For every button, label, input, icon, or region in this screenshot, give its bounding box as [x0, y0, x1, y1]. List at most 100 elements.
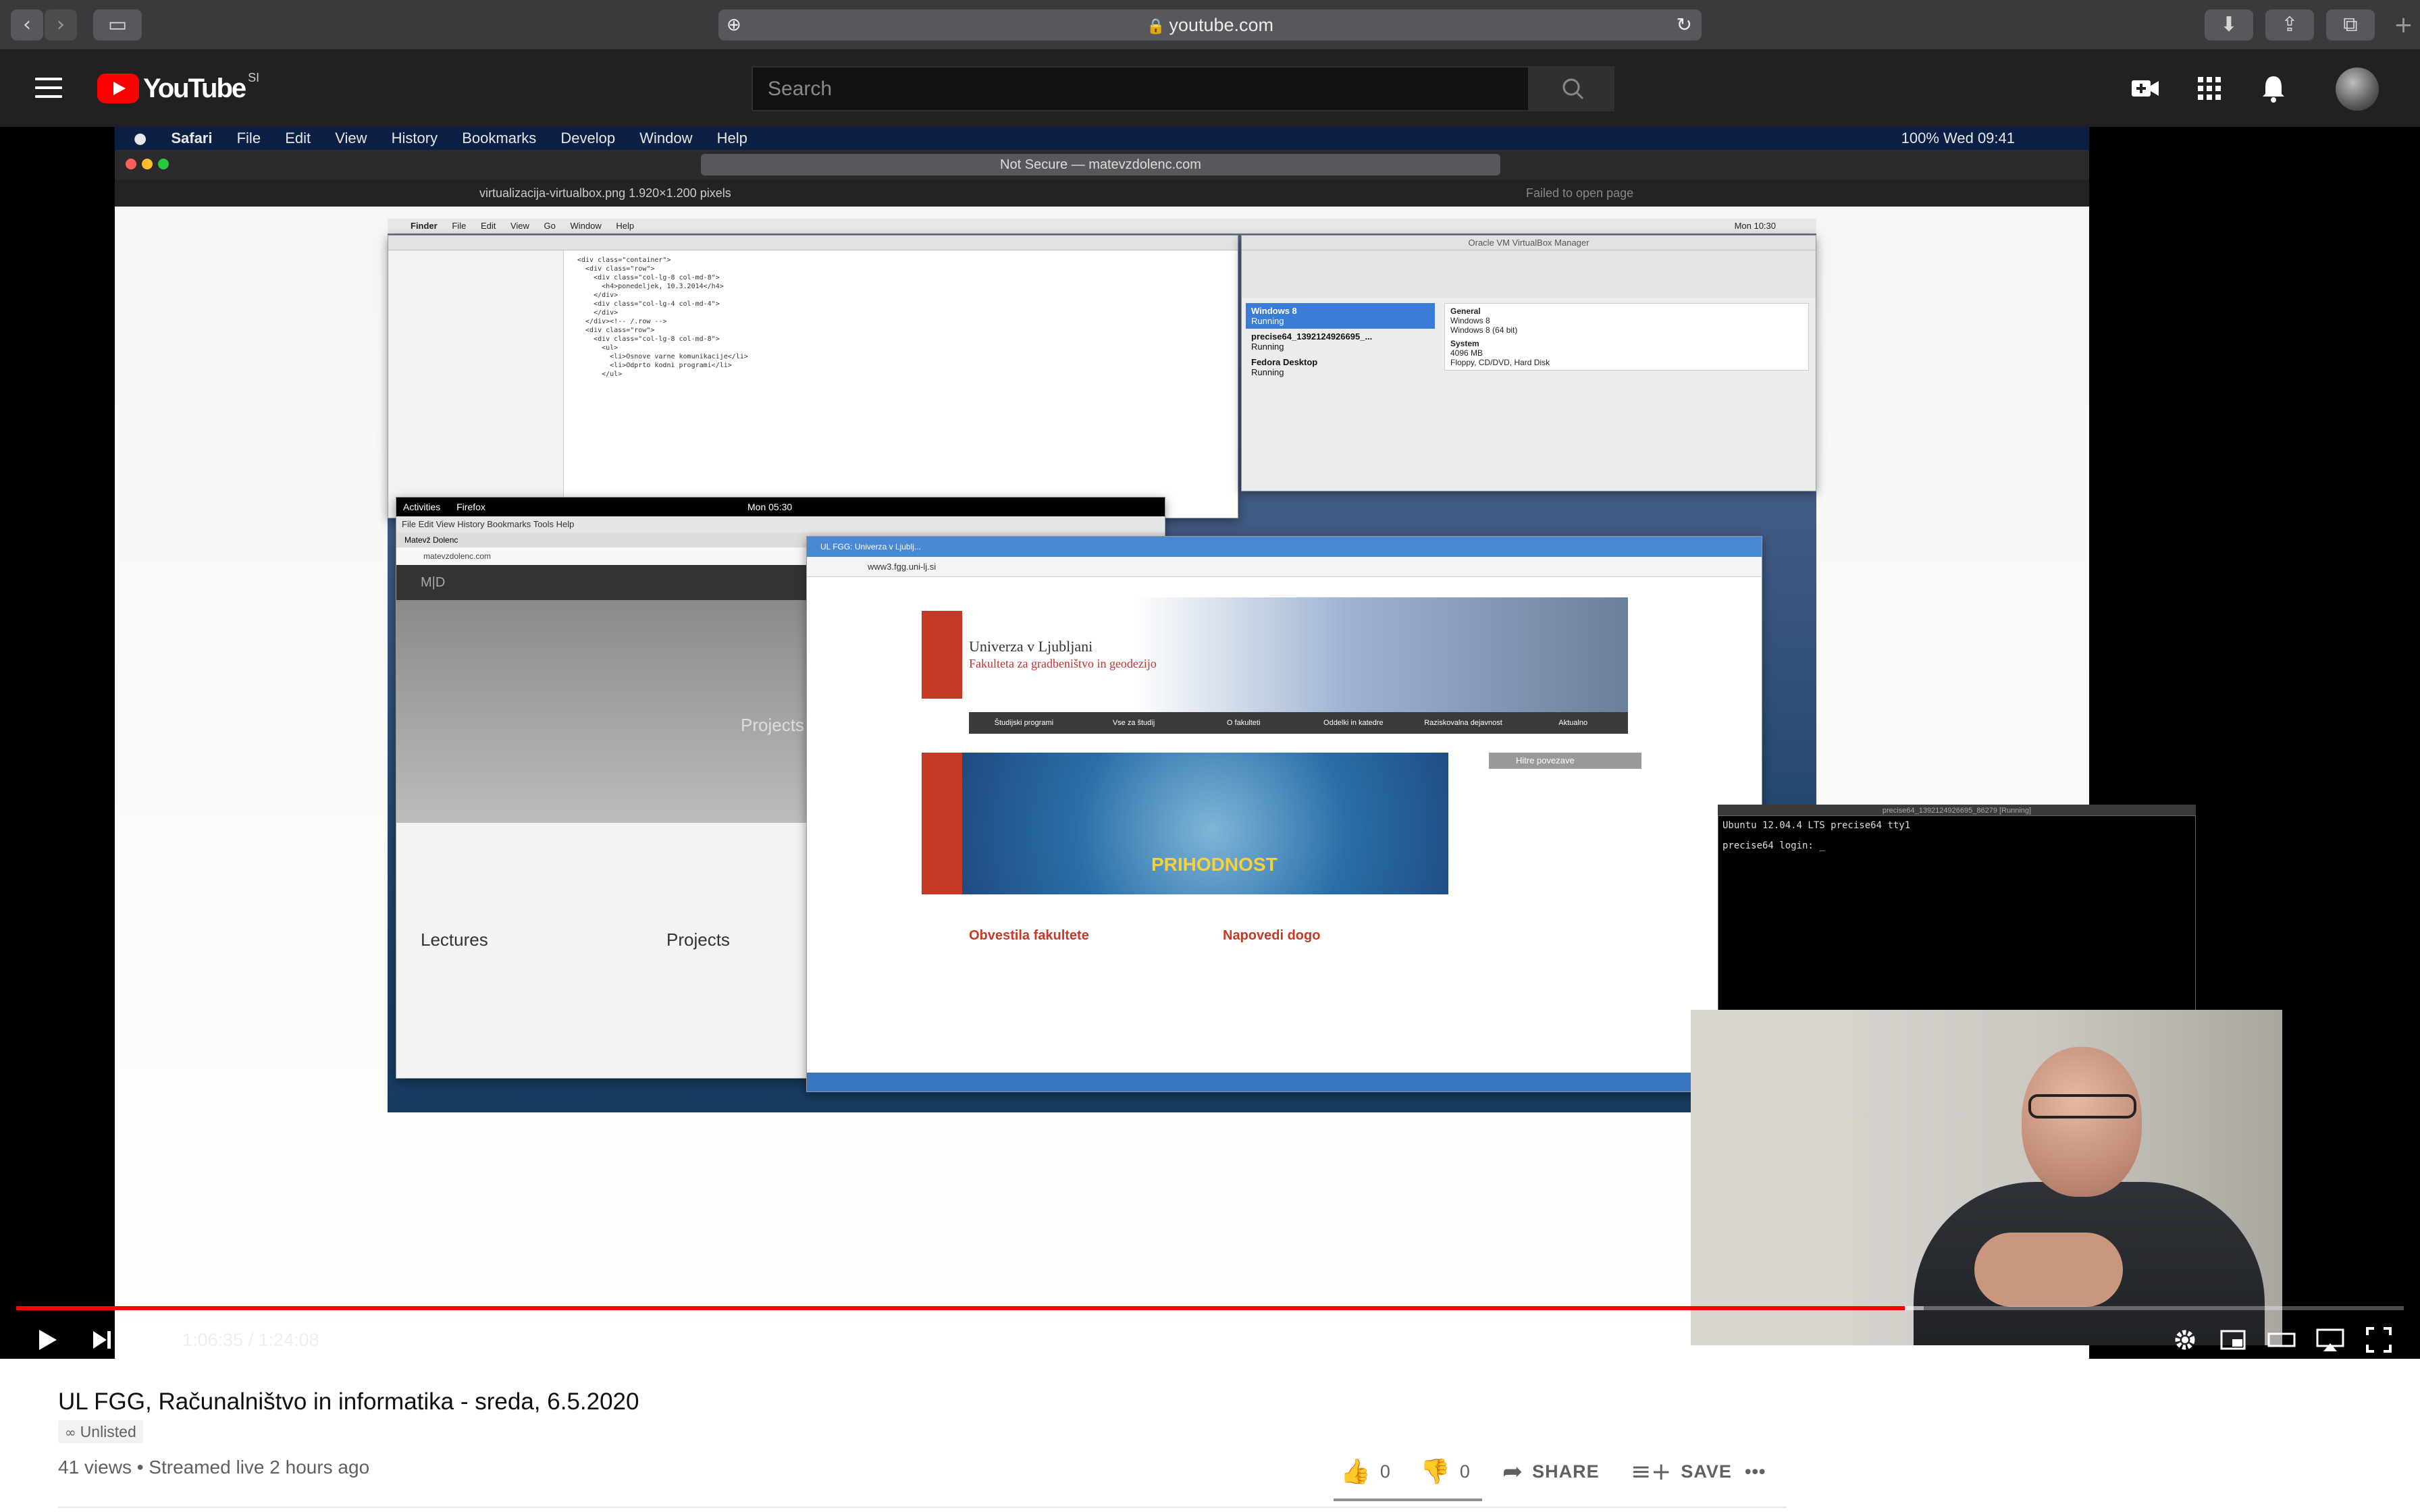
vbox-titlebar: Oracle VM VirtualBox Manager: [1242, 236, 1816, 250]
tabs-overview-button[interactable]: ⧉: [2326, 9, 2375, 40]
save-label: SAVE: [1681, 1461, 1732, 1482]
fgg-nav: Študijski programi Vse za študij O fakul…: [969, 712, 1628, 734]
finder-menu-item: View: [510, 221, 529, 231]
create-video-icon[interactable]: [2129, 72, 2161, 105]
finder-menu-item: Help: [616, 221, 635, 231]
share-button[interactable]: ➦ SHARE: [1502, 1458, 1600, 1486]
theater-icon: [2267, 1332, 2296, 1347]
inner-url-bar: Not Secure — matevzdolenc.com: [701, 154, 1500, 176]
new-tab-button[interactable]: +: [2387, 9, 2420, 40]
reload-icon[interactable]: ↻: [1677, 9, 1692, 40]
video-title: UL FGG, Računalništvo in informatika - s…: [58, 1388, 639, 1415]
like-count: 0: [1379, 1461, 1390, 1482]
firefox-menubar: File Edit View History Bookmarks Tools H…: [396, 516, 1165, 533]
lock-icon: 🔒: [1147, 18, 1165, 35]
finder-menu-item: Window: [570, 221, 602, 231]
add-bookmark-icon[interactable]: ⊕: [727, 9, 741, 40]
save-button[interactable]: ≡+ SAVE: [1631, 1457, 1732, 1486]
settings-button[interactable]: [2168, 1323, 2202, 1357]
presenter-hands: [1974, 1233, 2123, 1307]
link-icon: ∞: [65, 1424, 76, 1440]
apple-icon: ●: [134, 130, 147, 147]
progress-played: [16, 1306, 1905, 1310]
sidebar-toggle-button[interactable]: ▭: [93, 9, 142, 40]
miniplayer-button[interactable]: [2216, 1323, 2250, 1357]
inner-safari-toolbar: Not Secure — matevzdolenc.com: [115, 150, 2089, 180]
like-button[interactable]: 👍 0: [1340, 1458, 1390, 1486]
virtual-desktop: Finder File Edit View Go Window Help Mon…: [388, 219, 2196, 1191]
menubar-item: Help: [716, 130, 747, 146]
gear-icon: [2175, 1330, 2195, 1350]
fullscreen-button[interactable]: [2362, 1323, 2396, 1357]
fgg-line1: Univerza v Ljubljani: [969, 638, 1093, 655]
finder-menu-item: Go: [544, 221, 556, 231]
video-player[interactable]: ● Safari File Edit View History Bookmark…: [0, 127, 2420, 1359]
menubar-item: Edit: [285, 130, 311, 146]
share-page-button[interactable]: ⇪: [2265, 9, 2314, 40]
chrome-tab: UL FGG: Univerza v Ljublj...: [807, 537, 1762, 557]
play-button[interactable]: [30, 1323, 63, 1357]
virtualbox-manager-window: Oracle VM VirtualBox Manager Windows 8 Ru…: [1241, 235, 1816, 491]
fullscreen-icon: [2366, 1327, 2392, 1353]
tabs-icon: ⧉: [2343, 13, 2358, 36]
like-ratio-bar: [1334, 1498, 1482, 1501]
menu-icon[interactable]: [35, 78, 62, 98]
next-button[interactable]: [85, 1323, 119, 1357]
back-button[interactable]: ‹: [11, 9, 43, 40]
play-icon: [39, 1330, 57, 1350]
logo-text: YouTube: [143, 73, 246, 103]
vbox-name-value: Windows 8: [1450, 316, 1490, 325]
search-input[interactable]: Search: [752, 66, 1529, 111]
volume-icon: [138, 1330, 161, 1350]
inner-tab-bar: virtualizacija-virtualbox.png 1.920×1.20…: [115, 180, 2089, 207]
vbox-os-value: Windows 8 (64 bit): [1450, 325, 1518, 335]
address-bar[interactable]: ⊕ 🔒 youtube.com ↻: [718, 9, 1702, 40]
airplay-button[interactable]: [2313, 1323, 2347, 1357]
fgg-logo-block: [922, 611, 962, 699]
menubar-item: Safari: [171, 130, 213, 146]
more-actions-button[interactable]: •••: [1745, 1458, 1766, 1485]
volume-button[interactable]: [132, 1323, 166, 1357]
menubar-item: File: [236, 130, 261, 146]
finder-clock: Mon 10:30: [1734, 221, 1776, 231]
mac-menubar: ● Safari File Edit View History Bookmark…: [115, 127, 2089, 150]
wall: [1691, 1010, 1853, 1345]
menubar-item: Bookmarks: [462, 130, 537, 146]
apps-grid-icon[interactable]: [2193, 72, 2226, 105]
vbox-memory-value: 4096 MB: [1450, 348, 1483, 358]
progress-bar[interactable]: [16, 1306, 2404, 1310]
chevron-left-icon: ‹: [23, 13, 31, 36]
menubar-item: Develop: [560, 130, 616, 146]
inner-tab-left: virtualizacija-virtualbox.png 1.920×1.20…: [479, 186, 731, 200]
code-editor-window: <div class="container"> <div class="row"…: [388, 235, 1238, 518]
notifications-bell-icon[interactable]: [2257, 72, 2290, 105]
sidebar-icon: ▭: [107, 13, 128, 36]
url-text: youtube.com: [1169, 15, 1273, 35]
youtube-header: YouTube SI Search: [0, 51, 2420, 127]
fgg-banner: PRIHODNOST: [922, 753, 1448, 894]
dislike-button[interactable]: 👎 0: [1420, 1458, 1470, 1486]
finder-menu-item: Edit: [480, 221, 496, 231]
terminal-line: Ubuntu 12.04.4 LTS precise64 tty1: [1722, 820, 1911, 831]
theater-mode-button[interactable]: [2265, 1323, 2298, 1357]
editor-titlebar: [388, 236, 1238, 250]
zoom-dot-icon: [158, 159, 169, 169]
dislike-count: 0: [1459, 1461, 1470, 1482]
search-button[interactable]: [1529, 66, 1614, 111]
fedora-clock: Mon 05:30: [747, 502, 793, 512]
time-display: 1:06:35 / 1:24:08: [182, 1330, 319, 1350]
miniplayer-icon: [2220, 1330, 2246, 1350]
vbox-system-heading: System: [1450, 339, 1479, 348]
fgg-header: Univerza v Ljubljani Fakulteta za gradbe…: [922, 597, 1628, 712]
playlist-add-icon: ≡+: [1631, 1457, 1672, 1486]
site-hero-projects: Projects: [741, 715, 804, 735]
avatar[interactable]: [2336, 68, 2379, 111]
youtube-play-logo-icon: [97, 74, 139, 103]
youtube-logo[interactable]: YouTube SI: [97, 71, 259, 103]
finder-menu-item: File: [452, 221, 467, 231]
downloads-button[interactable]: ⬇: [2205, 9, 2253, 40]
forward-button[interactable]: ›: [45, 9, 77, 40]
finder-menubar: Finder File Edit View Go Window Help Mon…: [388, 219, 1816, 234]
finder-menu-item: Finder: [411, 221, 438, 231]
thumbs-up-icon: 👍: [1340, 1458, 1371, 1486]
